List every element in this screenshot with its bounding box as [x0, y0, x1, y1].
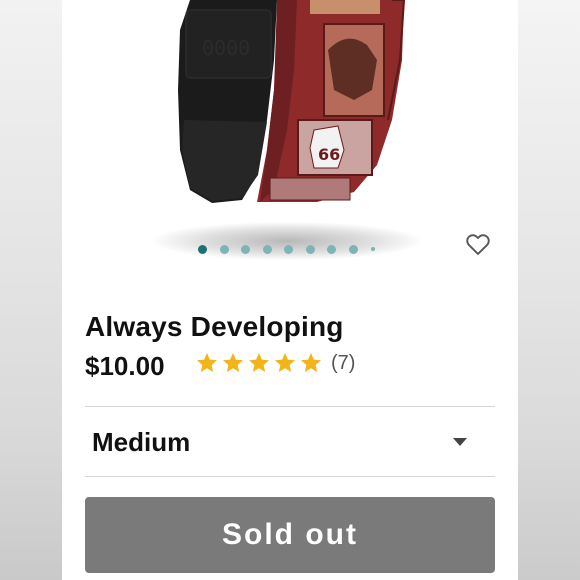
- star-icon: [223, 353, 243, 372]
- chevron-down-icon: [453, 438, 467, 446]
- star-rating: [195, 351, 325, 375]
- product-image[interactable]: 0000 66: [62, 0, 518, 235]
- carousel-dot-5[interactable]: [284, 244, 293, 254]
- divider: [85, 476, 495, 477]
- carousel-dot-2[interactable]: [219, 244, 229, 254]
- product-title: Always Developing: [85, 311, 344, 342]
- sold-out-button[interactable]: Sold out: [85, 497, 495, 573]
- star-icon: [275, 353, 295, 372]
- carousel-indicator: [198, 244, 375, 254]
- review-count[interactable]: (7): [331, 352, 355, 375]
- carousel-dot-4[interactable]: [262, 244, 272, 254]
- carousel-dot-6[interactable]: [305, 244, 315, 254]
- route-66-badge: 66: [318, 145, 340, 164]
- wishlist-button[interactable]: [464, 230, 492, 258]
- carousel-dot-8[interactable]: [348, 244, 358, 254]
- carousel-dot-1[interactable]: [198, 244, 207, 254]
- size-select-value: Medium: [92, 427, 191, 457]
- wristband-illustration: 0000 66: [178, 0, 406, 203]
- background-blur-left: [0, 0, 62, 580]
- background-blur-right: [518, 0, 580, 580]
- carousel-dot-3[interactable]: [241, 244, 250, 254]
- product-rating[interactable]: (7): [195, 351, 355, 375]
- divider: [85, 406, 495, 407]
- star-icon: [197, 353, 217, 372]
- svg-text:0000: 0000: [202, 36, 250, 60]
- star-icon: [249, 353, 269, 372]
- carousel-dot-more: [371, 247, 375, 251]
- product-card: 0000 66 Always Developing $10.00 (7) Med…: [62, 0, 518, 580]
- star-icon: [301, 353, 321, 372]
- heart-outline-icon: [466, 234, 490, 255]
- size-select[interactable]: Medium: [85, 409, 495, 475]
- carousel-dot-7[interactable]: [327, 244, 336, 254]
- product-shadow: [152, 222, 422, 260]
- product-price: $10.00: [85, 351, 165, 381]
